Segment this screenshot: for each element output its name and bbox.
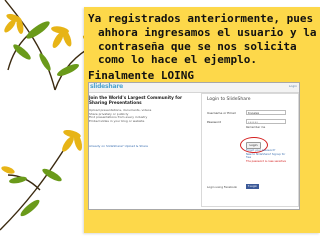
login-panel: Login to SlideShare Username or Email ti…: [201, 93, 299, 207]
upload-note-link[interactable]: Already on SlideShare? Upload & Share: [89, 144, 179, 148]
signup-link[interactable]: New to SlideShare? Signup for free: [246, 153, 286, 159]
intro-column: Join the World's Largest Community for S…: [89, 95, 194, 105]
password-label: Password: [207, 120, 222, 124]
embedded-screenshot: slideshare Login Join the World's Larges…: [88, 82, 300, 210]
intro-line: Embed slides in your blog or website: [89, 118, 145, 123]
remember-me-checkbox[interactable]: Remember me: [246, 126, 265, 129]
slide-bullet-text: Ya registrados anteriormente, pues ahhor…: [88, 12, 317, 67]
login-title: Login to SlideShare: [207, 97, 251, 102]
facebook-login-label: Login using Facebook: [207, 185, 238, 189]
case-sensitive-note: The password is case sensitive: [246, 160, 287, 163]
forgot-password-link[interactable]: Forgot your password?: [246, 149, 275, 152]
username-label: Username or Email: [207, 111, 236, 115]
site-logo: slideshare: [90, 83, 123, 90]
username-input[interactable]: tinoalex: [246, 110, 286, 115]
intro-heading: Join the World's Largest Community for S…: [89, 95, 183, 105]
slide-final-text: Finalmente LOING: [88, 69, 194, 82]
password-input[interactable]: ••••••: [246, 119, 286, 124]
header-login-link[interactable]: Login: [289, 84, 297, 88]
facebook-login-button[interactable]: f Login: [246, 184, 259, 189]
